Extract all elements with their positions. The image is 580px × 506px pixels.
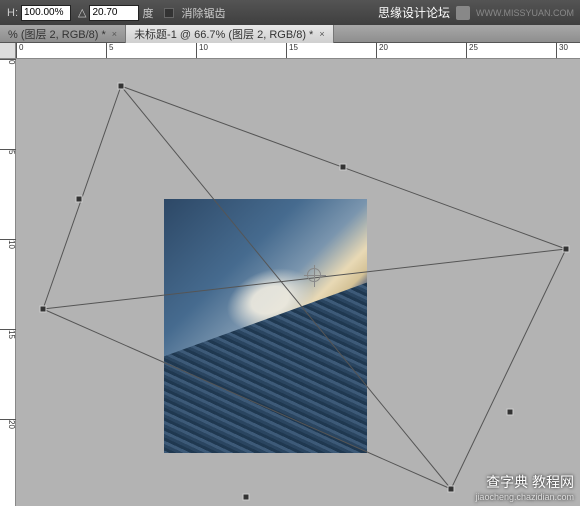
brand-url: WWW.MISSYUAN.COM	[476, 8, 574, 18]
transform-handle[interactable]	[448, 486, 454, 492]
document-image[interactable]	[164, 199, 367, 453]
transform-handle[interactable]	[40, 306, 46, 312]
transform-handle[interactable]	[243, 494, 249, 500]
ruler-vertical[interactable]: 0 5 10 15 20	[0, 59, 16, 506]
transform-handle[interactable]	[563, 246, 569, 252]
height-label: H:	[7, 7, 18, 19]
tab-label: 未标题-1 @ 66.7% (图层 2, RGB/8) *	[134, 26, 313, 42]
ruler-tick: 0	[0, 59, 16, 64]
canvas-area[interactable]: 查字典 教程网 jiaocheng.chazidian.com	[16, 59, 580, 506]
brand-text: 思缘设计论坛	[378, 4, 450, 21]
brand-area: 思缘设计论坛 WWW.MISSYUAN.COM	[378, 4, 574, 21]
close-icon[interactable]: ×	[112, 29, 117, 39]
ruler-tick: 15	[0, 329, 16, 339]
angle-input[interactable]	[89, 5, 139, 21]
ruler-tick: 25	[466, 43, 478, 59]
document-tabs: % (图层 2, RGB/8) * × 未标题-1 @ 66.7% (图层 2,…	[0, 25, 580, 43]
antialias-checkbox[interactable]	[164, 8, 174, 18]
ruler-tick: 5	[106, 43, 113, 59]
ruler-tick: 5	[0, 149, 16, 154]
height-field: H:	[4, 5, 71, 21]
watermark-title: 查字典 教程网	[475, 472, 574, 492]
ruler-tick: 20	[376, 43, 388, 59]
watermark-url: jiaocheng.chazidian.com	[475, 492, 574, 502]
ruler-tick: 10	[0, 239, 16, 249]
angle-unit: 度	[142, 5, 153, 21]
tab-label: % (图层 2, RGB/8) *	[8, 26, 106, 42]
tab-doc-2[interactable]: 未标题-1 @ 66.7% (图层 2, RGB/8) * ×	[126, 25, 334, 43]
close-icon[interactable]: ×	[319, 29, 324, 39]
antialias-field: 消除锯齿	[160, 5, 228, 21]
transform-handle[interactable]	[507, 409, 513, 415]
ruler-tick: 20	[0, 419, 16, 429]
ruler-origin[interactable]	[0, 43, 16, 59]
ruler-tick: 15	[286, 43, 298, 59]
ruler-horizontal[interactable]: 0 5 10 15 20 25 30	[0, 43, 580, 59]
angle-icon: △	[78, 6, 86, 19]
transform-handle[interactable]	[118, 83, 124, 89]
ruler-tick: 0	[16, 43, 23, 59]
ruler-tick: 10	[196, 43, 208, 59]
transform-center-icon[interactable]	[307, 268, 321, 282]
antialias-label: 消除锯齿	[181, 5, 225, 21]
transform-handle[interactable]	[76, 196, 82, 202]
ruler-tick: 30	[556, 43, 568, 59]
height-input[interactable]	[21, 5, 71, 21]
options-bar: H: △ 度 消除锯齿 思缘设计论坛 WWW.MISSYUAN.COM	[0, 0, 580, 25]
tab-doc-1[interactable]: % (图层 2, RGB/8) * ×	[0, 25, 126, 43]
transform-handle[interactable]	[340, 164, 346, 170]
pencil-icon	[456, 6, 470, 20]
watermark: 查字典 教程网 jiaocheng.chazidian.com	[475, 472, 574, 502]
angle-field: △ 度	[75, 5, 156, 21]
